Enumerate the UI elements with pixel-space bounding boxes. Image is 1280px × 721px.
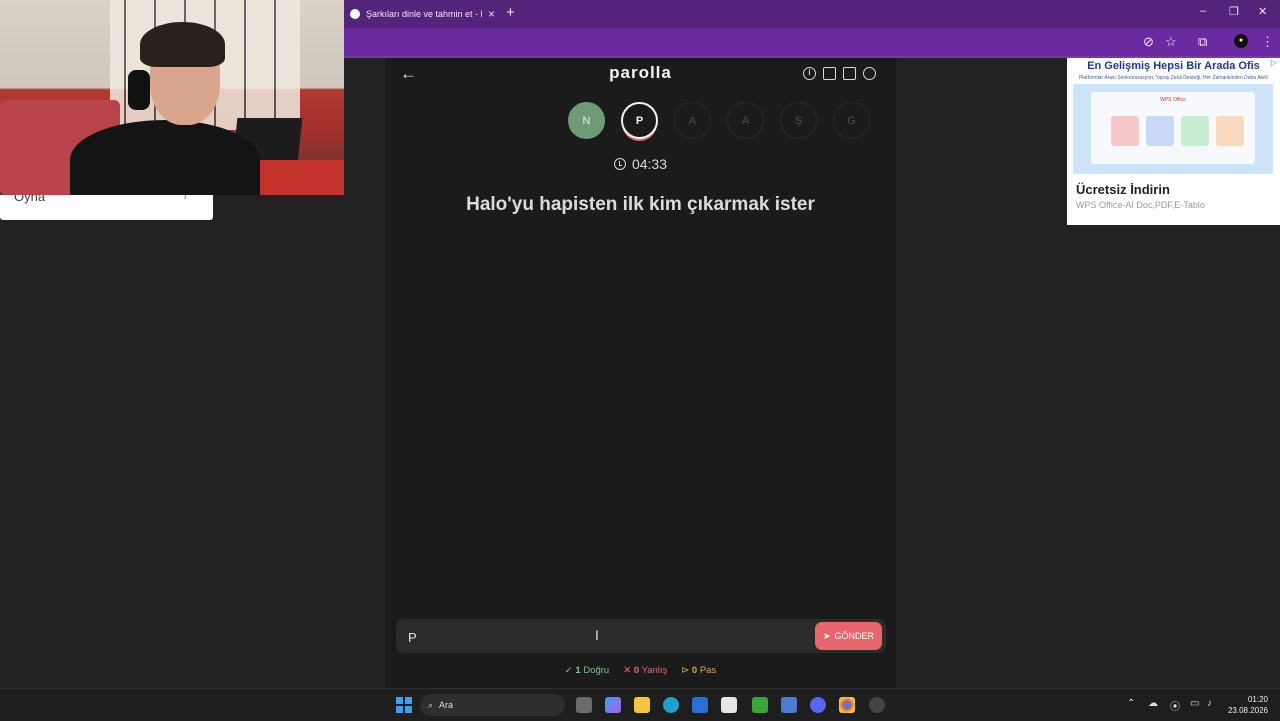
webcam-person-body — [70, 120, 260, 195]
ad-cta[interactable]: Ücretsiz İndirin — [1076, 182, 1170, 197]
close-window-icon[interactable]: ✕ — [1258, 5, 1267, 18]
play-menu-label: Oyna — [14, 195, 46, 204]
chrome-icon[interactable] — [839, 697, 855, 713]
user-profile-icon[interactable] — [863, 67, 876, 80]
taskbar-search[interactable]: ⌕ Ara — [420, 694, 565, 716]
header-icons: i — [803, 67, 876, 80]
webcam-overlay — [0, 0, 344, 195]
chevron-right-icon: › — [183, 195, 187, 203]
volume-icon[interactable]: ♪ — [1207, 698, 1212, 709]
ad-headline: En Gelişmiş Hepsi Bir Arada Ofis — [1087, 60, 1260, 72]
profile-avatar[interactable]: ● — [1234, 34, 1248, 48]
search-icon: ⌕ — [428, 699, 434, 710]
play-menu-item[interactable]: Oyna › — [0, 195, 213, 220]
ad-subline: Platformlar Arası Senkronizasyon, Yapay … — [1078, 75, 1269, 81]
letter-circle-a: A — [674, 102, 711, 139]
pass-count: 0 — [691, 665, 698, 676]
windows-start-icon[interactable] — [396, 697, 412, 713]
browser-tab[interactable]: Şarkıları dinle ve tahmin et - M × — [344, 2, 496, 26]
pass-label: Pas — [699, 665, 717, 676]
ad-image: WPS Office — [1073, 84, 1273, 174]
stat-wrong: ✕ 0 Yanlış — [623, 665, 667, 676]
check-icon: ✓ — [564, 665, 573, 676]
wrong-count: 0 — [633, 665, 640, 676]
tab-close-icon[interactable]: × — [488, 7, 495, 21]
letter-circle-p: P — [621, 102, 658, 139]
ad-description: WPS Office-AI Doc,PDF,E-Tablo — [1076, 200, 1205, 210]
question-text: Halo'yu hapisten ilk kim çıkarmak ister — [466, 194, 815, 215]
letter-circle-n: N — [568, 102, 605, 139]
skip-icon: ⊳ — [681, 665, 690, 676]
obs-icon[interactable] — [869, 697, 885, 713]
tray-chevron-icon[interactable]: ⌃ — [1127, 698, 1135, 709]
correct-label: Doğru — [583, 665, 610, 676]
text-cursor-icon: I — [595, 627, 599, 643]
search-placeholder: Ara — [439, 700, 454, 710]
leaderboard-icon[interactable] — [823, 67, 836, 80]
windows-taskbar: ⌕ Ara ⌃ ☁ ⦿ ▭ ♪ 01:20 23.08.2026 — [0, 688, 1280, 721]
new-tab-button[interactable]: + — [506, 4, 515, 21]
webcam-person-hair — [140, 22, 225, 67]
site-favicon-icon — [350, 9, 360, 19]
copilot-icon[interactable] — [605, 697, 621, 713]
letter-circle-a2: A — [727, 102, 764, 139]
game-timer: 04:33 — [385, 156, 896, 172]
clock-icon — [613, 158, 626, 170]
wrong-label: Yanlış — [641, 665, 668, 676]
taskbar-clock[interactable]: 01:20 23.08.2026 — [1226, 694, 1268, 716]
eye-off-icon[interactable]: ⊘ — [1143, 34, 1154, 50]
send-arrow-icon: ➤ — [822, 630, 831, 641]
app-icon[interactable] — [781, 697, 797, 713]
letter-circle-s: Ş — [780, 102, 817, 139]
letter-progress: N P A A Ş G — [568, 102, 870, 139]
clock-time: 01:20 — [1247, 695, 1268, 704]
task-view-icon[interactable] — [576, 697, 592, 713]
info-icon[interactable]: i — [803, 67, 816, 80]
cross-icon: ✕ — [623, 665, 632, 676]
clock-date: 23.08.2026 — [1227, 706, 1268, 715]
ad-word-icon — [1146, 116, 1174, 146]
microphone-icon[interactable]: ⦿ — [1170, 698, 1180, 713]
ad-pdf-icon — [1111, 116, 1139, 146]
menu-kebab-icon[interactable]: ⋮ — [1261, 34, 1274, 50]
tab-title: Şarkıları dinle ve tahmin et - M — [366, 9, 482, 19]
ad-window-title: WPS Office — [1160, 97, 1186, 103]
edge-icon[interactable] — [663, 697, 679, 713]
answer-input[interactable] — [406, 619, 810, 655]
answer-bar: I ➤ GÖNDER — [396, 619, 886, 655]
feedback-icon[interactable] — [843, 67, 856, 80]
extensions-icon[interactable]: ⧉ — [1198, 34, 1207, 50]
timer-value: 04:33 — [631, 156, 668, 172]
correct-count: 1 — [575, 665, 581, 676]
send-label: GÖNDER — [834, 631, 875, 641]
advertisement[interactable]: ▷ En Gelişmiş Hepsi Bir Arada Ofis Platf… — [1067, 58, 1280, 225]
bookmark-star-icon[interactable]: ☆ — [1165, 34, 1177, 50]
letter-circle-g: G — [833, 102, 870, 139]
webcam-headset — [128, 70, 150, 110]
stat-pass: ⊳ 0 Pas — [681, 665, 716, 676]
mail-icon[interactable] — [692, 697, 708, 713]
network-icon[interactable]: ▭ — [1190, 698, 1199, 709]
store-icon[interactable] — [721, 697, 737, 713]
minimize-icon[interactable]: – — [1200, 5, 1206, 17]
restore-icon[interactable]: ❐ — [1229, 5, 1239, 18]
ad-app-window: WPS Office — [1091, 92, 1255, 164]
xbox-icon[interactable] — [752, 697, 768, 713]
game-panel: ← parolla i N P A A Ş G 04:33 Halo'yu ha… — [384, 58, 897, 688]
ad-sheet-icon — [1181, 116, 1209, 146]
discord-icon[interactable] — [810, 697, 826, 713]
score-stats: ✓ 1 Doğru ✕ 0 Yanlış ⊳ 0 Pas — [385, 665, 896, 676]
onedrive-icon[interactable]: ☁ — [1148, 698, 1158, 709]
file-explorer-icon[interactable] — [634, 697, 650, 713]
ad-slides-icon — [1216, 116, 1244, 146]
stat-correct: ✓ 1 Doğru — [565, 665, 609, 676]
send-button[interactable]: ➤ GÖNDER — [815, 622, 882, 650]
